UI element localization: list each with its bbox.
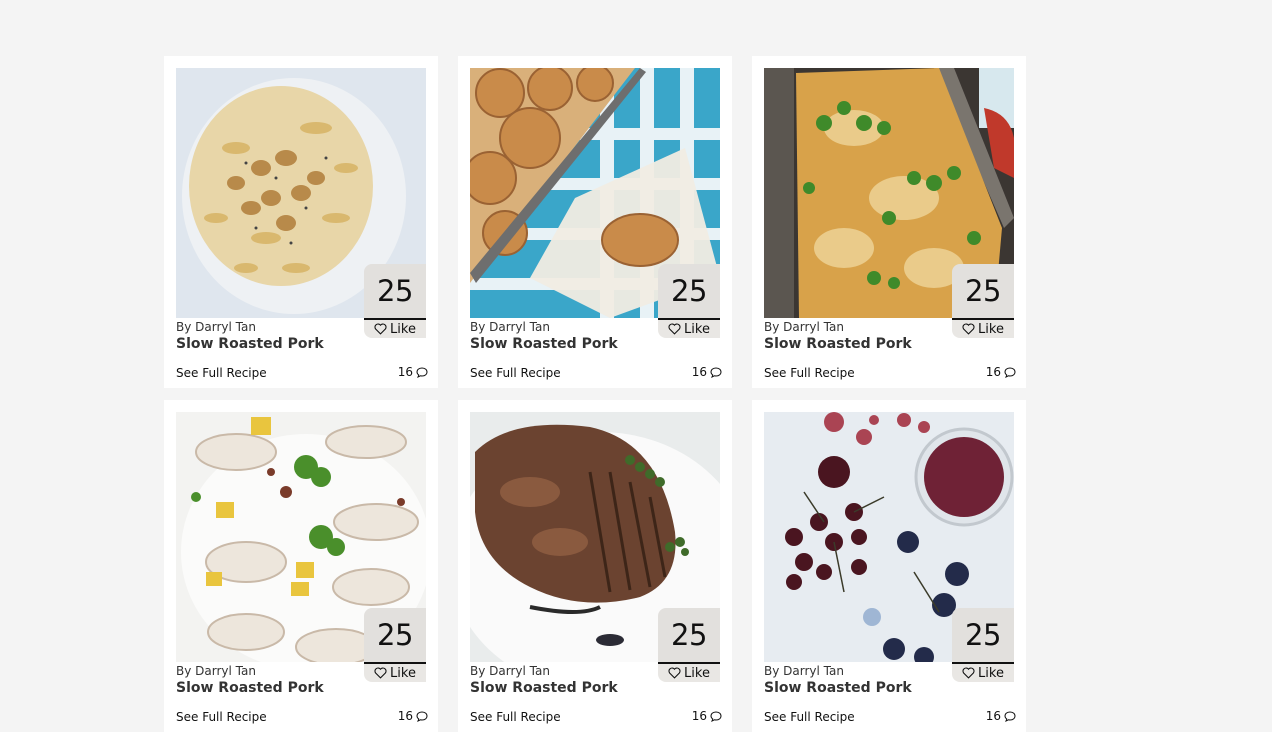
recipe-author: By Darryl Tan — [764, 664, 844, 678]
like-button[interactable]: Like — [364, 318, 426, 338]
speech-bubble-icon — [416, 366, 428, 378]
recipe-title[interactable]: Slow Roasted Pork — [764, 680, 912, 696]
comment-count-value: 16 — [691, 709, 707, 723]
comment-count[interactable]: 16 — [398, 365, 428, 379]
recipe-photo[interactable]: 25 — [176, 68, 426, 318]
recipe-title[interactable]: Slow Roasted Pork — [470, 336, 618, 352]
speech-bubble-icon — [710, 710, 722, 722]
heart-icon — [374, 323, 387, 335]
recipe-card: 25 Like By Darryl Tan Slow Roasted Pork … — [164, 56, 438, 388]
see-full-recipe-link[interactable]: See Full Recipe — [176, 710, 267, 724]
likes-count: 25 — [952, 264, 1014, 318]
recipe-title[interactable]: Slow Roasted Pork — [176, 336, 324, 352]
heart-icon — [962, 323, 975, 335]
likes-count: 25 — [658, 608, 720, 662]
comment-count[interactable]: 16 — [692, 709, 722, 723]
recipe-card: 25 Like By Darryl Tan Slow Roasted Pork … — [752, 400, 1026, 732]
recipe-title[interactable]: Slow Roasted Pork — [764, 336, 912, 352]
speech-bubble-icon — [1004, 710, 1016, 722]
recipe-photo[interactable]: 25 — [470, 68, 720, 318]
comment-count[interactable]: 16 — [986, 365, 1016, 379]
like-button[interactable]: Like — [952, 662, 1014, 682]
like-button[interactable]: Like — [952, 318, 1014, 338]
like-label: Like — [684, 665, 710, 681]
like-label: Like — [390, 665, 416, 681]
recipe-card: 25 Like By Darryl Tan Slow Roasted Pork … — [752, 56, 1026, 388]
heart-icon — [962, 667, 975, 679]
like-label: Like — [978, 321, 1004, 337]
likes-count: 25 — [658, 264, 720, 318]
recipe-photo[interactable]: 25 — [764, 412, 1014, 662]
likes-count: 25 — [952, 608, 1014, 662]
likes-count: 25 — [364, 264, 426, 318]
speech-bubble-icon — [1004, 366, 1016, 378]
heart-icon — [374, 667, 387, 679]
speech-bubble-icon — [416, 710, 428, 722]
recipe-author: By Darryl Tan — [470, 320, 550, 334]
comment-count-value: 16 — [985, 709, 1001, 723]
recipe-title[interactable]: Slow Roasted Pork — [470, 680, 618, 696]
heart-icon — [668, 323, 681, 335]
recipe-card: 25 Like By Darryl Tan Slow Roasted Pork … — [458, 56, 732, 388]
comment-count-value: 16 — [397, 365, 413, 379]
recipe-photo[interactable]: 25 — [470, 412, 720, 662]
comment-count[interactable]: 16 — [398, 709, 428, 723]
recipe-card: 25 Like By Darryl Tan Slow Roasted Pork … — [458, 400, 732, 732]
recipe-card: 25 Like By Darryl Tan Slow Roasted Pork … — [164, 400, 438, 732]
like-label: Like — [978, 665, 1004, 681]
like-button[interactable]: Like — [658, 662, 720, 682]
like-label: Like — [684, 321, 710, 337]
recipe-author: By Darryl Tan — [470, 664, 550, 678]
see-full-recipe-link[interactable]: See Full Recipe — [764, 710, 855, 724]
speech-bubble-icon — [710, 366, 722, 378]
likes-count: 25 — [364, 608, 426, 662]
comment-count[interactable]: 16 — [986, 709, 1016, 723]
heart-icon — [668, 667, 681, 679]
recipe-author: By Darryl Tan — [176, 320, 256, 334]
recipe-photo[interactable]: 25 — [764, 68, 1014, 318]
see-full-recipe-link[interactable]: See Full Recipe — [176, 366, 267, 380]
like-button[interactable]: Like — [364, 662, 426, 682]
see-full-recipe-link[interactable]: See Full Recipe — [764, 366, 855, 380]
recipe-title[interactable]: Slow Roasted Pork — [176, 680, 324, 696]
recipe-photo[interactable]: 25 — [176, 412, 426, 662]
see-full-recipe-link[interactable]: See Full Recipe — [470, 710, 561, 724]
like-button[interactable]: Like — [658, 318, 720, 338]
comment-count[interactable]: 16 — [692, 365, 722, 379]
comment-count-value: 16 — [691, 365, 707, 379]
like-label: Like — [390, 321, 416, 337]
comment-count-value: 16 — [985, 365, 1001, 379]
recipe-author: By Darryl Tan — [176, 664, 256, 678]
comment-count-value: 16 — [397, 709, 413, 723]
see-full-recipe-link[interactable]: See Full Recipe — [470, 366, 561, 380]
recipe-author: By Darryl Tan — [764, 320, 844, 334]
